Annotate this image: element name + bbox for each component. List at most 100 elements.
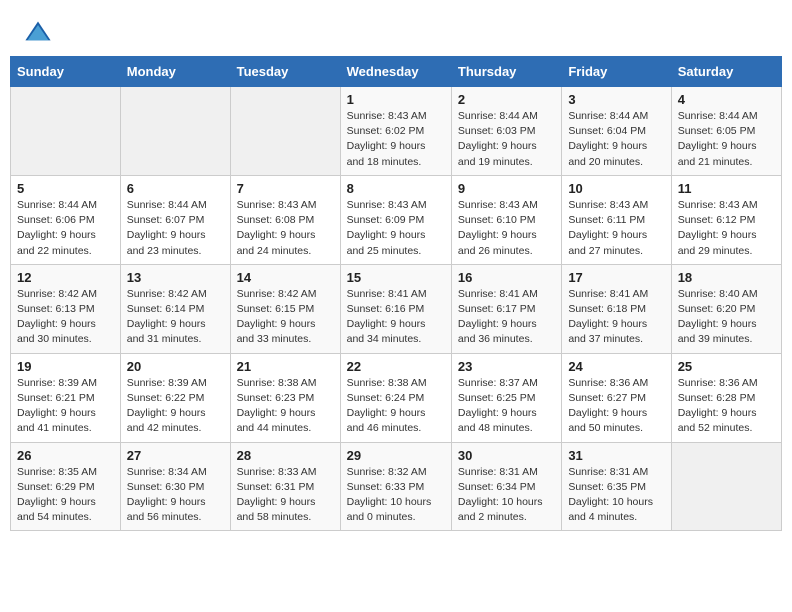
calendar-week-1: 1 Sunrise: 8:43 AM Sunset: 6:02 PM Daylig… (11, 87, 782, 176)
day-info: Sunrise: 8:44 AM Sunset: 6:04 PM Dayligh… (568, 109, 664, 170)
calendar-day: 25Sunrise: 8:36 AM Sunset: 6:28 PM Dayli… (671, 353, 781, 442)
day-number: 12 (17, 270, 114, 285)
day-number: 21 (237, 359, 334, 374)
calendar-day: 6 Sunrise: 8:44 AM Sunset: 6:07 PM Daylig… (120, 175, 230, 264)
day-number: 1 (347, 92, 445, 107)
day-info: Sunrise: 8:42 AM Sunset: 6:15 PM Dayligh… (237, 287, 334, 348)
day-info: Sunrise: 8:38 AM Sunset: 6:24 PM Dayligh… (347, 376, 445, 437)
day-info: Sunrise: 8:42 AM Sunset: 6:13 PM Dayligh… (17, 287, 114, 348)
calendar-day: 18 Sunrise: 8:40 AM Sunset: 6:20 PM Dayli… (671, 264, 781, 353)
calendar-day: 3 Sunrise: 8:44 AM Sunset: 6:04 PM Daylig… (562, 87, 671, 176)
calendar-day: 28Sunrise: 8:33 AM Sunset: 6:31 PM Dayli… (230, 442, 340, 531)
day-number: 5 (17, 181, 114, 196)
day-info: Sunrise: 8:31 AM Sunset: 6:35 PM Dayligh… (568, 465, 664, 526)
calendar-day: 21 Sunrise: 8:38 AM Sunset: 6:23 PM Dayli… (230, 353, 340, 442)
calendar-body: 1 Sunrise: 8:43 AM Sunset: 6:02 PM Daylig… (11, 87, 782, 531)
calendar-week-5: 26 Sunrise: 8:35 AM Sunset: 6:29 PM Dayli… (11, 442, 782, 531)
col-friday: Friday (562, 57, 671, 87)
calendar-table: Sunday Monday Tuesday Wednesday Thursday… (10, 56, 782, 531)
day-number: 16 (458, 270, 555, 285)
calendar-day: 16 Sunrise: 8:41 AM Sunset: 6:17 PM Dayli… (451, 264, 561, 353)
day-info: Sunrise: 8:43 AM Sunset: 6:09 PM Dayligh… (347, 198, 445, 259)
day-number: 17 (568, 270, 664, 285)
day-info: Sunrise: 8:37 AM Sunset: 6:25 PM Dayligh… (458, 376, 555, 437)
day-number: 7 (237, 181, 334, 196)
calendar-header: Sunday Monday Tuesday Wednesday Thursday… (11, 57, 782, 87)
calendar-day: 22Sunrise: 8:38 AM Sunset: 6:24 PM Dayli… (340, 353, 451, 442)
day-info: Sunrise: 8:39 AM Sunset: 6:22 PM Dayligh… (127, 376, 224, 437)
day-number: 18 (678, 270, 775, 285)
calendar-day: 11 Sunrise: 8:43 AM Sunset: 6:12 PM Dayli… (671, 175, 781, 264)
logo (24, 18, 56, 46)
day-number: 30 (458, 448, 555, 463)
calendar-day: 10Sunrise: 8:43 AM Sunset: 6:11 PM Dayli… (562, 175, 671, 264)
calendar-day: 23 Sunrise: 8:37 AM Sunset: 6:25 PM Dayli… (451, 353, 561, 442)
calendar-week-4: 19Sunrise: 8:39 AM Sunset: 6:21 PM Dayli… (11, 353, 782, 442)
day-info: Sunrise: 8:43 AM Sunset: 6:02 PM Dayligh… (347, 109, 445, 170)
day-info: Sunrise: 8:41 AM Sunset: 6:17 PM Dayligh… (458, 287, 555, 348)
calendar-day: 14Sunrise: 8:42 AM Sunset: 6:15 PM Dayli… (230, 264, 340, 353)
calendar-day: 5 Sunrise: 8:44 AM Sunset: 6:06 PM Daylig… (11, 175, 121, 264)
header-row: Sunday Monday Tuesday Wednesday Thursday… (11, 57, 782, 87)
day-info: Sunrise: 8:44 AM Sunset: 6:07 PM Dayligh… (127, 198, 224, 259)
col-wednesday: Wednesday (340, 57, 451, 87)
calendar-day: 15 Sunrise: 8:41 AM Sunset: 6:16 PM Dayli… (340, 264, 451, 353)
col-sunday: Sunday (11, 57, 121, 87)
day-info: Sunrise: 8:44 AM Sunset: 6:06 PM Dayligh… (17, 198, 114, 259)
day-info: Sunrise: 8:43 AM Sunset: 6:08 PM Dayligh… (237, 198, 334, 259)
day-info: Sunrise: 8:32 AM Sunset: 6:33 PM Dayligh… (347, 465, 445, 526)
calendar-day (11, 87, 121, 176)
day-number: 20 (127, 359, 224, 374)
day-number: 11 (678, 181, 775, 196)
calendar-day: 19Sunrise: 8:39 AM Sunset: 6:21 PM Dayli… (11, 353, 121, 442)
day-number: 10 (568, 181, 664, 196)
day-number: 24 (568, 359, 664, 374)
calendar-day: 24 Sunrise: 8:36 AM Sunset: 6:27 PM Dayli… (562, 353, 671, 442)
day-info: Sunrise: 8:41 AM Sunset: 6:16 PM Dayligh… (347, 287, 445, 348)
day-number: 3 (568, 92, 664, 107)
day-info: Sunrise: 8:43 AM Sunset: 6:12 PM Dayligh… (678, 198, 775, 259)
calendar-day: 17Sunrise: 8:41 AM Sunset: 6:18 PM Dayli… (562, 264, 671, 353)
calendar-day: 2Sunrise: 8:44 AM Sunset: 6:03 PM Daylig… (451, 87, 561, 176)
col-thursday: Thursday (451, 57, 561, 87)
day-number: 23 (458, 359, 555, 374)
day-number: 15 (347, 270, 445, 285)
calendar-day (230, 87, 340, 176)
day-info: Sunrise: 8:35 AM Sunset: 6:29 PM Dayligh… (17, 465, 114, 526)
col-monday: Monday (120, 57, 230, 87)
day-info: Sunrise: 8:34 AM Sunset: 6:30 PM Dayligh… (127, 465, 224, 526)
calendar-week-2: 5 Sunrise: 8:44 AM Sunset: 6:06 PM Daylig… (11, 175, 782, 264)
day-info: Sunrise: 8:31 AM Sunset: 6:34 PM Dayligh… (458, 465, 555, 526)
calendar-day: 31 Sunrise: 8:31 AM Sunset: 6:35 PM Dayli… (562, 442, 671, 531)
day-info: Sunrise: 8:43 AM Sunset: 6:10 PM Dayligh… (458, 198, 555, 259)
calendar-day: 13Sunrise: 8:42 AM Sunset: 6:14 PM Dayli… (120, 264, 230, 353)
day-number: 4 (678, 92, 775, 107)
calendar-day: 9 Sunrise: 8:43 AM Sunset: 6:10 PM Daylig… (451, 175, 561, 264)
day-number: 19 (17, 359, 114, 374)
day-number: 29 (347, 448, 445, 463)
calendar-day (671, 442, 781, 531)
day-number: 31 (568, 448, 664, 463)
calendar-day (120, 87, 230, 176)
calendar-day: 8 Sunrise: 8:43 AM Sunset: 6:09 PM Daylig… (340, 175, 451, 264)
calendar-week-3: 12 Sunrise: 8:42 AM Sunset: 6:13 PM Dayli… (11, 264, 782, 353)
calendar-day: 29 Sunrise: 8:32 AM Sunset: 6:33 PM Dayli… (340, 442, 451, 531)
day-number: 2 (458, 92, 555, 107)
day-number: 25 (678, 359, 775, 374)
day-info: Sunrise: 8:38 AM Sunset: 6:23 PM Dayligh… (237, 376, 334, 437)
day-number: 26 (17, 448, 114, 463)
day-number: 27 (127, 448, 224, 463)
day-number: 9 (458, 181, 555, 196)
day-info: Sunrise: 8:42 AM Sunset: 6:14 PM Dayligh… (127, 287, 224, 348)
calendar-day: 7 Sunrise: 8:43 AM Sunset: 6:08 PM Daylig… (230, 175, 340, 264)
calendar-day: 4Sunrise: 8:44 AM Sunset: 6:05 PM Daylig… (671, 87, 781, 176)
day-number: 8 (347, 181, 445, 196)
day-number: 6 (127, 181, 224, 196)
calendar-day: 1 Sunrise: 8:43 AM Sunset: 6:02 PM Daylig… (340, 87, 451, 176)
day-info: Sunrise: 8:40 AM Sunset: 6:20 PM Dayligh… (678, 287, 775, 348)
calendar-wrapper: Sunday Monday Tuesday Wednesday Thursday… (0, 56, 792, 541)
day-info: Sunrise: 8:36 AM Sunset: 6:27 PM Dayligh… (568, 376, 664, 437)
calendar-day: 30 Sunrise: 8:31 AM Sunset: 6:34 PM Dayli… (451, 442, 561, 531)
col-saturday: Saturday (671, 57, 781, 87)
logo-icon (24, 18, 52, 46)
